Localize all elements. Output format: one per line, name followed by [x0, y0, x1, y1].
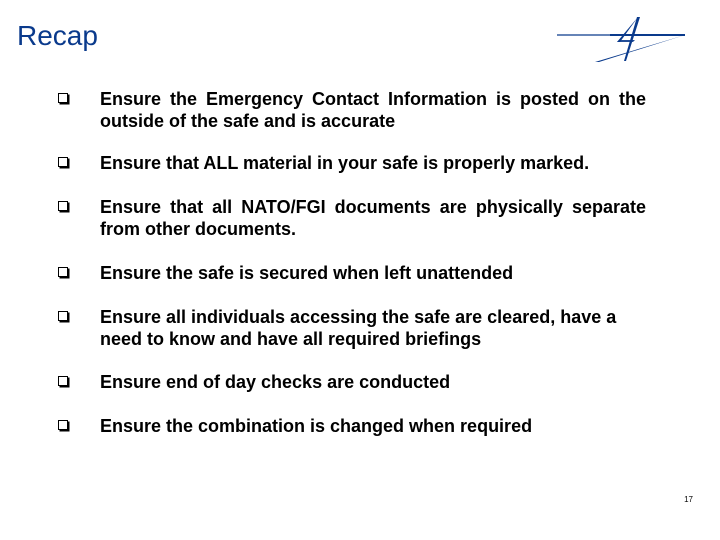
bullet-text: Ensure all individuals accessing the saf… [100, 307, 617, 349]
checkbox-square-icon [58, 376, 68, 386]
checkbox-square-icon [58, 201, 68, 211]
bullet-text: Ensure the combination is changed when r… [100, 416, 533, 436]
checkbox-square-icon [58, 157, 68, 167]
checkbox-square-icon [58, 93, 68, 103]
bullet-text: Ensure end of day checks are conducted [100, 372, 451, 392]
bullet-text: Ensure that ALL material in your safe is… [100, 153, 590, 173]
bullet-text: Ensure the Emergency Contact Information… [100, 89, 646, 131]
slide-title: Recap [17, 20, 98, 51]
bullet-text: Ensure that all NATO/FGI documents are p… [100, 197, 646, 239]
checkbox-square-icon [58, 311, 68, 321]
checkbox-square-icon [58, 267, 68, 277]
page-number: 17 [684, 495, 693, 504]
star-swoosh-logo-icon [557, 17, 685, 62]
checkbox-square-icon [58, 420, 68, 430]
bullet-text: Ensure the safe is secured when left una… [100, 263, 514, 283]
